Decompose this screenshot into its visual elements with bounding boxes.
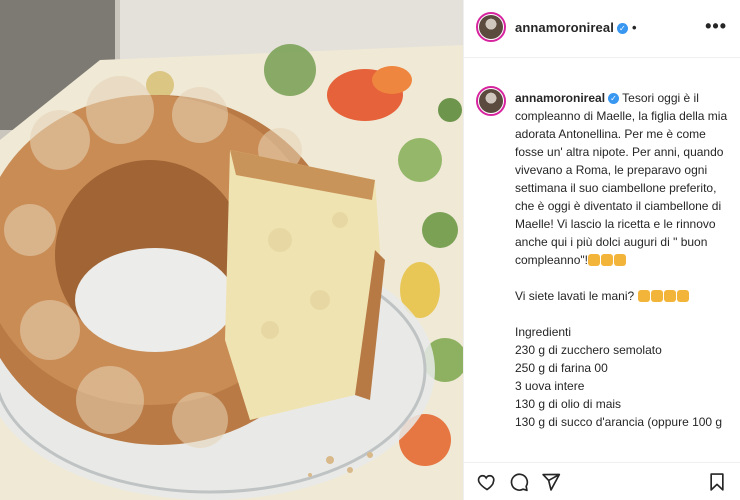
post-header: annamoronireal ✓ • ••• [464, 0, 740, 58]
comment-icon[interactable] [508, 471, 530, 493]
caption-avatar[interactable] [476, 86, 506, 116]
caption-line: che è oggi è diventato il ciambellone di [515, 199, 722, 213]
post-photo[interactable] [0, 0, 463, 500]
username-link[interactable]: annamoronireal [515, 20, 614, 35]
caption-line: compleanno"! [515, 251, 725, 269]
ingredient-item: 230 g di zucchero semolato [515, 343, 662, 357]
share-icon[interactable] [540, 471, 562, 493]
post-caption: annamoronireal ✓ Tesori oggi è il complea… [464, 66, 740, 448]
post-header-user: annamoronireal ✓ • [515, 20, 637, 35]
cake-photo-illustration [0, 0, 463, 500]
emoji-icon [600, 254, 613, 266]
header-dot: • [631, 20, 637, 35]
caption-line: anche qui i più dolci auguri di " buon [515, 235, 708, 249]
caption-username[interactable]: annamoronireal [515, 91, 605, 105]
emoji-icon [613, 254, 626, 266]
post-side-panel: annamoronireal ✓ • ••• annamoronireal ✓ Tes… [463, 0, 740, 500]
caption-line: Vi siete lavati le mani? [515, 287, 725, 305]
emoji-icon [587, 254, 600, 266]
emoji-icon [676, 290, 689, 302]
emoji-icon [637, 290, 650, 302]
caption-text: annamoronireal ✓ Tesori oggi è il complea… [515, 89, 728, 431]
caption-line: fosse un' altra nipote. Per anni, quando [515, 145, 724, 159]
ingredient-item: 130 g di olio di mais [515, 397, 622, 411]
caption-line: settimana il suo ciambellone preferito, [515, 181, 717, 195]
verified-icon: ✓ [608, 93, 620, 104]
caption-line: annamoronireal ✓ Tesori oggi è il [515, 91, 699, 105]
ingredient-item: 130 g di succo d'arancia (oppure 100 g [515, 415, 723, 429]
emoji-icon [650, 290, 663, 302]
verified-icon: ✓ [616, 23, 628, 34]
caption-line: adorata Antonellina. Per me è come [515, 127, 706, 141]
bookmark-icon[interactable] [706, 471, 728, 493]
avatar[interactable] [476, 12, 506, 42]
ingredient-item: 250 g di farina 00 [515, 361, 608, 375]
caption-line: vivevano a Roma, le preparavo ogni [515, 163, 708, 177]
ingredient-item: 3 uova intere [515, 379, 585, 393]
more-icon[interactable]: ••• [705, 16, 727, 37]
heart-icon[interactable] [476, 471, 498, 493]
post-actions [464, 462, 740, 500]
ingredients-title: Ingredienti [515, 325, 572, 339]
caption-line: compleanno di Maelle, la figlia della mi… [515, 109, 728, 123]
emoji-icon [663, 290, 676, 302]
caption-line: Maelle! Vi lascio la ricetta e le rinnov… [515, 217, 716, 231]
